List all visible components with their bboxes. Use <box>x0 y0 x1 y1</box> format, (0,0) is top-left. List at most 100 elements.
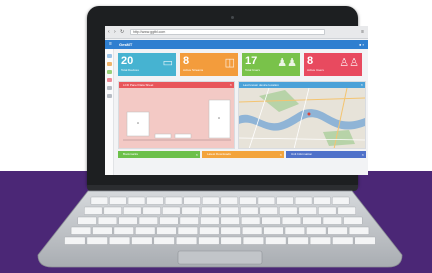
user-group-icon: ♙♙ <box>339 57 359 69</box>
map-panel-title: Last known device location <box>243 83 279 87</box>
keyboard-key <box>276 196 294 205</box>
keyboard-key <box>220 196 239 205</box>
keyboard-key <box>306 226 327 235</box>
keyboard-key <box>146 196 164 205</box>
keyboard-key <box>103 206 122 215</box>
keyboard-key <box>118 216 138 225</box>
keyboard-key <box>77 216 97 225</box>
device-card <box>126 111 150 137</box>
map-panel: Last known device location × <box>238 81 366 149</box>
keyboard-key <box>127 196 146 205</box>
browser-toolbar: ‹ › ↻ http://www.ggtbl.com ≡ <box>105 26 368 39</box>
keyboard-key <box>97 216 118 225</box>
marker <box>137 122 139 124</box>
stat-label: Active Users <box>307 68 324 72</box>
keyboard-key <box>220 226 241 235</box>
keyboard-key <box>284 226 305 235</box>
keyboard-key <box>86 236 108 245</box>
sidebar-item-devices[interactable] <box>107 62 112 66</box>
keyboard-key <box>199 226 220 235</box>
stat-value: 17 <box>245 55 258 67</box>
keyboard-key <box>354 236 376 245</box>
tablet-icon: ▭ <box>162 57 173 69</box>
arrow-left-icon[interactable]: ‹ <box>108 29 110 35</box>
bookmarks-bar[interactable]: Bookmarks × <box>118 151 200 158</box>
close-icon[interactable]: × <box>280 151 282 158</box>
keyboard-key <box>332 196 350 205</box>
keyboard-key <box>123 206 142 215</box>
keyboard-key <box>164 196 183 205</box>
chart-illustration <box>123 99 231 141</box>
sidebar-item-reports[interactable] <box>107 94 112 98</box>
address-bar[interactable]: http://www.ggtbl.com <box>130 29 325 35</box>
keyboard-key <box>220 206 239 215</box>
keyboard-key <box>109 196 127 205</box>
keyboard-key <box>343 216 363 225</box>
keyboard-key <box>337 206 356 215</box>
close-icon[interactable]: × <box>196 151 198 158</box>
downloads-bar[interactable]: Latest Downloads × <box>202 151 284 158</box>
keyboard-key <box>142 206 161 215</box>
stat-tile-active-streams[interactable]: 8 Active Streams ◫ <box>180 53 238 76</box>
keyboard-key <box>92 226 113 235</box>
keyboard-key <box>257 196 276 205</box>
chart-panel: LCD Panel Data Sheet × <box>118 81 235 149</box>
app-brand[interactable]: GesMT <box>119 42 132 47</box>
keyboard-key <box>179 216 199 225</box>
keyboard-key <box>302 216 322 225</box>
keyboard-key <box>138 216 158 225</box>
keyboard-key <box>263 226 284 235</box>
keyboard-key <box>242 236 265 245</box>
device-card <box>174 133 192 139</box>
unit-info-label: Unit Information <box>291 152 313 156</box>
keyboard-key <box>162 206 181 215</box>
unit-info-bar[interactable]: Unit Information × <box>286 151 366 158</box>
sidebar-item-settings[interactable] <box>107 86 112 90</box>
keyboard-key <box>220 216 240 225</box>
keyboard-key <box>108 236 131 245</box>
stat-label: Active Streams <box>183 68 204 72</box>
keyboard-key <box>131 236 153 245</box>
keyboard-key <box>175 236 198 245</box>
sidebar-item-alerts[interactable] <box>107 78 112 82</box>
menu-dots-icon[interactable]: ≡ <box>361 29 364 35</box>
keyboard-key <box>287 236 309 245</box>
keyboard-key <box>265 236 287 245</box>
stat-value: 8 <box>307 55 314 67</box>
keyboard-key <box>90 196 109 205</box>
hamburger-icon[interactable]: ≡ <box>109 41 112 47</box>
keyboard-key <box>309 236 332 245</box>
keyboard-key <box>153 236 175 245</box>
sidebar-item-dashboard[interactable] <box>107 54 112 58</box>
keyboard-key <box>298 206 317 215</box>
users-icon: ♟♟ <box>277 57 297 69</box>
header-icons[interactable]: ● ▪ <box>359 42 364 47</box>
webcam-icon <box>231 16 234 19</box>
keyboard-key <box>348 226 370 235</box>
keyboard-key <box>318 206 337 215</box>
keyboard-key <box>70 226 92 235</box>
downloads-label: Latest Downloads <box>207 152 231 156</box>
map-view[interactable] <box>239 88 365 148</box>
keyboard-key <box>201 206 220 215</box>
chart-panel-title: LCD Panel Data Sheet <box>123 83 154 87</box>
close-icon[interactable]: × <box>362 151 364 158</box>
keyboard-key <box>159 216 179 225</box>
keyboard-key <box>279 206 298 215</box>
reload-icon[interactable]: ↻ <box>120 29 124 35</box>
stat-tile-total-devices[interactable]: 20 Total Devices ▭ <box>118 53 176 76</box>
stat-value: 20 <box>121 55 134 67</box>
keyboard-key <box>294 196 313 205</box>
keyboard-key <box>181 206 200 215</box>
product-photo: ‹ › ↻ http://www.ggtbl.com ≡ ≡ GesMT ● ▪… <box>0 0 432 273</box>
app-header: ≡ GesMT ● ▪ <box>105 40 368 49</box>
cast-icon: ◫ <box>224 57 235 69</box>
sidebar <box>105 49 114 175</box>
keyboard-deck <box>37 190 403 268</box>
arrow-right-icon[interactable]: › <box>114 29 116 35</box>
stat-tile-total-users[interactable]: 17 Total Users ♟♟ <box>242 53 300 76</box>
stat-tile-active-users[interactable]: 8 Active Users ♙♙ <box>304 53 362 76</box>
sidebar-item-users[interactable] <box>107 70 112 74</box>
keyboard-key <box>201 196 220 205</box>
keyboard-key <box>327 226 348 235</box>
